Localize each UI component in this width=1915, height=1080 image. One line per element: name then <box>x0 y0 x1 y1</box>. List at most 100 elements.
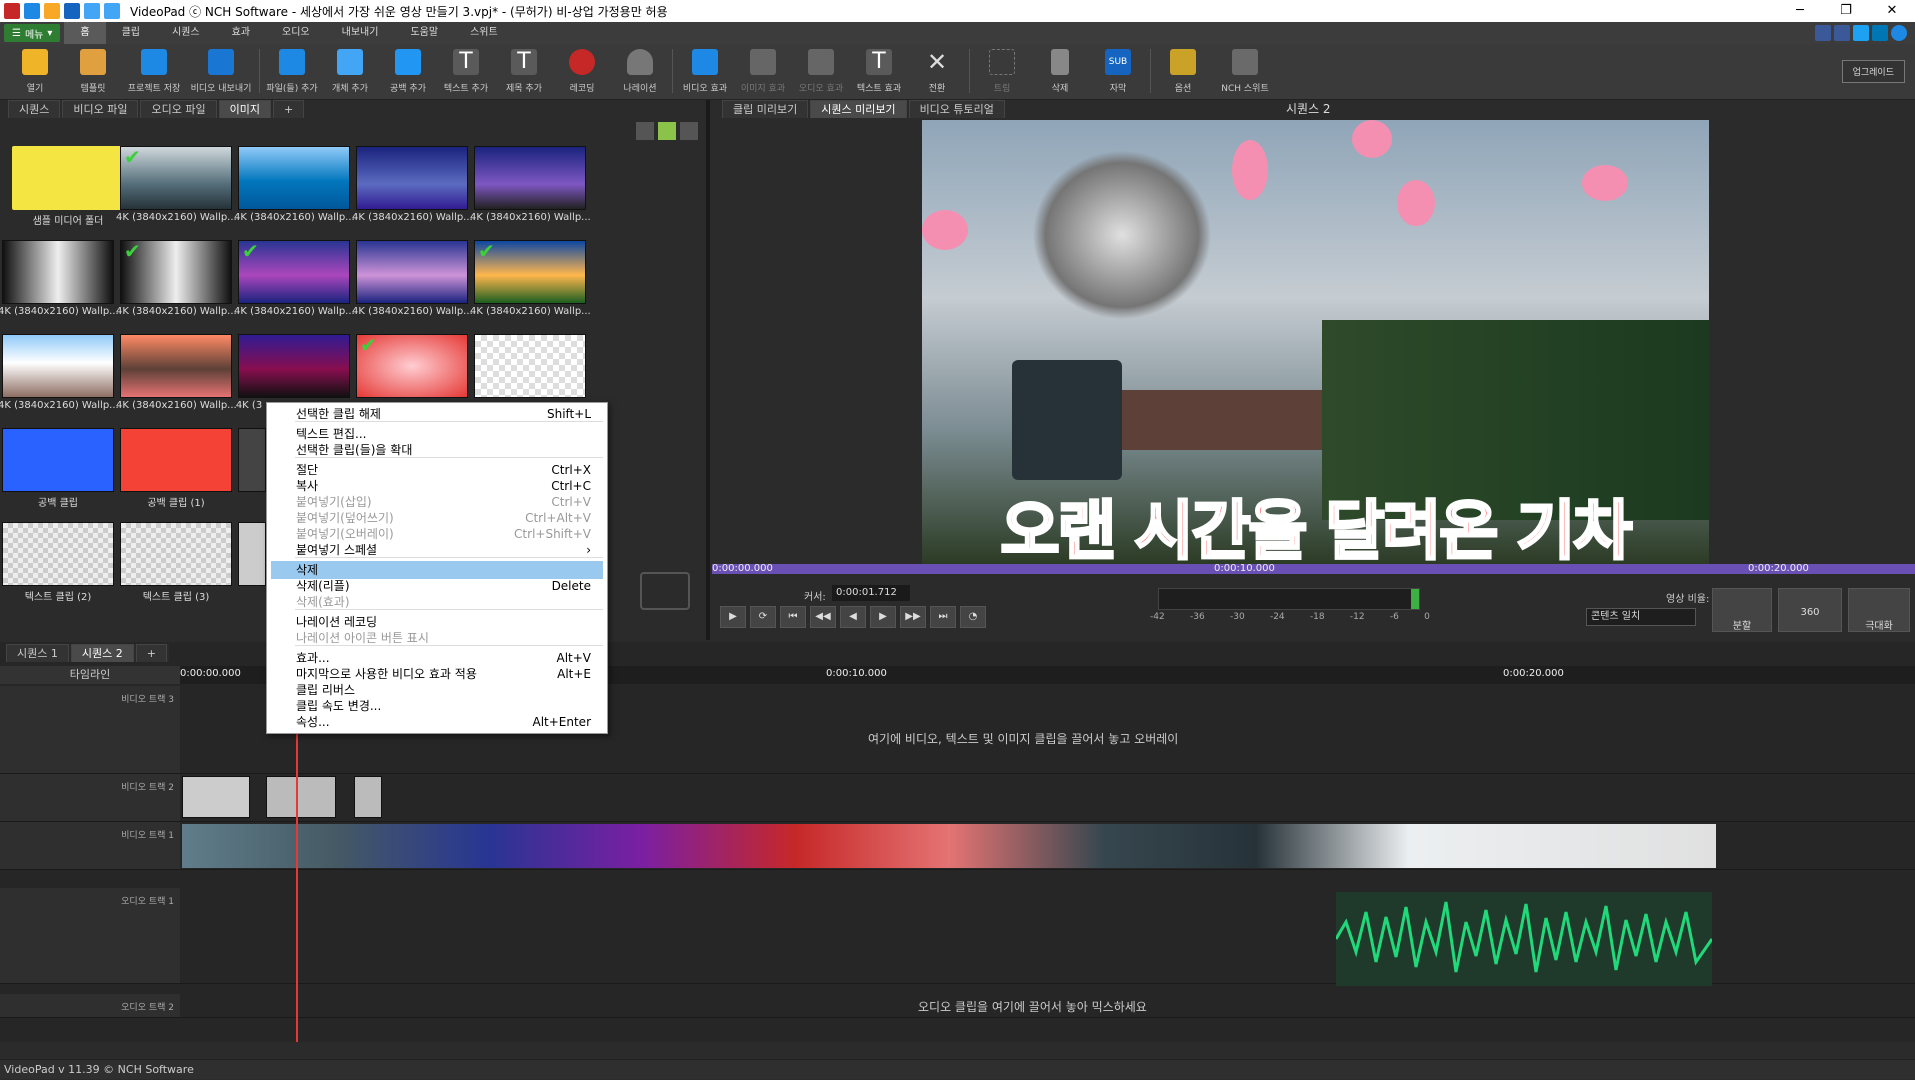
blank-clip-thumb[interactable] <box>120 428 232 492</box>
options-button[interactable]: 옵션 <box>1154 44 1212 98</box>
add-bin-tab-button[interactable]: + <box>272 100 305 118</box>
linkedin-icon[interactable] <box>1872 25 1888 41</box>
image-thumb[interactable] <box>238 334 350 398</box>
context-menu-item[interactable]: 붙여넣기 스페셜 › <box>271 541 603 559</box>
tab-sequence[interactable]: 시퀀스 <box>156 22 216 44</box>
text-clip-thumb[interactable] <box>2 522 114 586</box>
tab-images[interactable]: 이미지 <box>218 100 271 118</box>
image-thumb[interactable]: ✔ <box>356 334 468 398</box>
image-thumb[interactable] <box>356 146 468 210</box>
preview-ruler[interactable] <box>712 564 1915 574</box>
skip-start-icon[interactable]: ⏮ <box>780 606 806 628</box>
add-text-button[interactable]: T 텍스트 추가 <box>437 44 495 98</box>
speed-icon[interactable]: ◔ <box>960 606 986 628</box>
save-project-button[interactable]: 프로젝트 저장 <box>122 44 186 98</box>
image-thumb[interactable]: ✔ <box>238 240 350 304</box>
tab-home[interactable]: 홈 <box>64 22 106 44</box>
save-icon[interactable] <box>64 3 80 19</box>
context-menu-item[interactable]: 선택한 클립 해제 Shift+L <box>271 405 603 423</box>
export-video-button[interactable]: 비디오 내보내기 <box>186 44 256 98</box>
tab-video-files[interactable]: 비디오 파일 <box>62 100 139 118</box>
context-menu-item[interactable]: 삭제(효과) <box>271 593 603 611</box>
close-button[interactable]: ✕ <box>1869 0 1915 22</box>
tab-clip-preview[interactable]: 클립 미리보기 <box>722 100 809 118</box>
upgrade-button[interactable]: 업그레이드 <box>1841 60 1905 83</box>
text-clip[interactable] <box>182 776 250 818</box>
facebook-icon[interactable] <box>1834 25 1850 41</box>
context-menu-item[interactable]: 선택한 클립(들)을 확대 <box>271 441 603 459</box>
redo-icon[interactable] <box>104 3 120 19</box>
image-effects-button[interactable]: 이미지 효과 <box>734 44 792 98</box>
image-thumb[interactable] <box>356 240 468 304</box>
narration-button[interactable]: 나레이션 <box>611 44 669 98</box>
image-thumb[interactable] <box>2 334 114 398</box>
prev-frame-icon[interactable]: ◀◀ <box>810 606 836 628</box>
tab-suite[interactable]: 스위트 <box>454 22 514 44</box>
tab-sequences[interactable]: 시퀀스 <box>8 100 61 118</box>
audio-waveform[interactable] <box>1334 892 1714 986</box>
next-frame-icon[interactable]: ▶▶ <box>900 606 926 628</box>
record-button[interactable]: 레코딩 <box>553 44 611 98</box>
trim-button[interactable]: 트림 <box>973 44 1031 98</box>
subtitle-button[interactable]: SUB 자막 <box>1089 44 1147 98</box>
trash-icon[interactable] <box>636 122 654 140</box>
loop-icon[interactable]: ⟳ <box>750 606 776 628</box>
image-thumb[interactable] <box>474 146 586 210</box>
play-icon[interactable]: ▶ <box>720 606 746 628</box>
audio-effects-button[interactable]: 오디오 효과 <box>792 44 850 98</box>
playhead[interactable] <box>296 684 298 1042</box>
add-sequence-tab-button[interactable]: + <box>135 644 167 662</box>
delete-button[interactable]: 삭제 <box>1031 44 1089 98</box>
cursor-time[interactable]: 0:00:01.712 <box>832 585 910 601</box>
nch-suite-button[interactable]: NCH 스위트 <box>1212 44 1278 98</box>
image-thumb[interactable] <box>238 146 350 210</box>
image-thumb[interactable]: ✔ <box>120 240 232 304</box>
context-menu-item[interactable]: 속성... Alt+Enter <box>271 713 603 731</box>
add-folder-icon[interactable] <box>658 122 676 140</box>
360-button[interactable]: 360 <box>1778 588 1842 632</box>
restore-button[interactable]: ❐ <box>1823 0 1869 22</box>
video-track-2[interactable] <box>180 774 1915 822</box>
add-blank-button[interactable]: 공백 추가 <box>379 44 437 98</box>
video-clip-strip[interactable] <box>182 824 1716 868</box>
context-menu-item[interactable]: 나레이션 아이콘 버튼 표시 <box>271 629 603 647</box>
video-effects-button[interactable]: 비디오 효과 <box>676 44 734 98</box>
new-project-icon[interactable] <box>24 3 40 19</box>
aspect-select[interactable]: 콘텐츠 일치 <box>1586 608 1696 626</box>
add-title-button[interactable]: T 제목 추가 <box>495 44 553 98</box>
add-files-button[interactable]: 파일(들) 추가 <box>263 44 321 98</box>
tab-audio[interactable]: 오디오 <box>266 22 326 44</box>
step-back-icon[interactable]: ◀ <box>840 606 866 628</box>
image-thumb[interactable]: ✔ <box>120 146 232 210</box>
tab-help[interactable]: 도움말 <box>394 22 454 44</box>
help-icon[interactable] <box>1891 25 1907 41</box>
fullscreen-button[interactable]: 극대화 <box>1848 588 1910 632</box>
text-effects-button[interactable]: T 텍스트 효과 <box>850 44 908 98</box>
step-forward-icon[interactable]: ▶ <box>870 606 896 628</box>
penguin-thumb[interactable] <box>474 334 586 398</box>
splitter[interactable] <box>706 100 710 640</box>
tab-video-tutorial[interactable]: 비디오 튜토리얼 <box>908 100 1005 118</box>
blank-clip-thumb[interactable] <box>2 428 114 492</box>
add-object-button[interactable]: 개체 추가 <box>321 44 379 98</box>
image-thumb[interactable] <box>120 334 232 398</box>
open-button[interactable]: 열기 <box>6 44 64 98</box>
undo-icon[interactable] <box>84 3 100 19</box>
main-menu-button[interactable]: ☰ 메뉴 ▾ <box>4 24 61 42</box>
tab-export[interactable]: 내보내기 <box>326 22 395 44</box>
twitter-icon[interactable] <box>1853 25 1869 41</box>
text-clip-thumb[interactable] <box>238 522 266 586</box>
tab-effects[interactable]: 효과 <box>216 22 266 44</box>
image-thumb[interactable] <box>238 428 266 492</box>
tab-audio-files[interactable]: 오디오 파일 <box>140 100 217 118</box>
text-clip-thumb[interactable] <box>120 522 232 586</box>
image-thumb[interactable] <box>2 240 114 304</box>
text-clip[interactable] <box>266 776 336 818</box>
minimize-button[interactable]: ─ <box>1777 0 1823 22</box>
tab-sequence-preview[interactable]: 시퀀스 미리보기 <box>810 100 907 118</box>
template-button[interactable]: 템플릿 <box>64 44 122 98</box>
tab-sequence-1[interactable]: 시퀀스 1 <box>6 644 69 662</box>
sample-media-folder[interactable] <box>12 146 124 210</box>
tab-clip[interactable]: 클립 <box>106 22 156 44</box>
image-thumb[interactable]: ✔ <box>474 240 586 304</box>
